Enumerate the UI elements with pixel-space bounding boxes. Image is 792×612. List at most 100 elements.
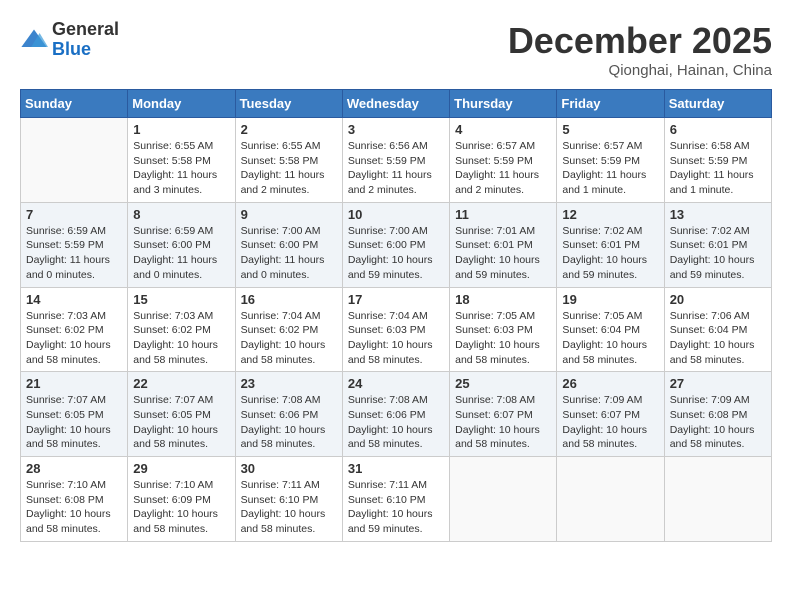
calendar-cell: 12 Sunrise: 7:02 AMSunset: 6:01 PMDayligh… (557, 202, 664, 287)
day-number: 23 (241, 376, 337, 391)
calendar-cell: 13Sunrise: 7:02 AMSunset: 6:01 PMDayligh… (664, 202, 771, 287)
weekday-header-thursday: Thursday (450, 90, 557, 118)
day-number: 1 (133, 122, 229, 137)
calendar-cell: 26Sunrise: 7:09 AMSunset: 6:07 PMDayligh… (557, 372, 664, 457)
day-detail: Sunrise: 6:58 AMSunset: 5:59 PMDaylight:… (670, 139, 766, 198)
day-detail: Sunrise: 7:08 AMSunset: 6:06 PMDaylight:… (348, 393, 444, 452)
day-number: 2 (241, 122, 337, 137)
logo-general-label: General (52, 20, 119, 40)
calendar-cell: 6 Sunrise: 6:58 AMSunset: 5:59 PMDaylight… (664, 118, 771, 203)
day-number: 25 (455, 376, 551, 391)
calendar-cell: 11Sunrise: 7:01 AMSunset: 6:01 PMDayligh… (450, 202, 557, 287)
week-row-1: 1 Sunrise: 6:55 AMSunset: 5:58 PMDaylight… (21, 118, 772, 203)
calendar-cell: 7 Sunrise: 6:59 AMSunset: 5:59 PMDaylight… (21, 202, 128, 287)
day-number: 4 (455, 122, 551, 137)
day-number: 12 (562, 207, 658, 222)
calendar-cell (21, 118, 128, 203)
day-detail: Sunrise: 6:57 AMSunset: 5:59 PMDaylight:… (455, 139, 551, 198)
calendar-cell: 5 Sunrise: 6:57 AMSunset: 5:59 PMDaylight… (557, 118, 664, 203)
day-number: 26 (562, 376, 658, 391)
calendar-cell: 8 Sunrise: 6:59 AMSunset: 6:00 PMDaylight… (128, 202, 235, 287)
calendar-cell: 16Sunrise: 7:04 AMSunset: 6:02 PMDayligh… (235, 287, 342, 372)
day-number: 15 (133, 292, 229, 307)
week-row-2: 7 Sunrise: 6:59 AMSunset: 5:59 PMDaylight… (21, 202, 772, 287)
calendar-cell: 29 Sunrise: 7:10 AMSunset: 6:09 PMDayligh… (128, 457, 235, 542)
day-number: 29 (133, 461, 229, 476)
day-number: 20 (670, 292, 766, 307)
week-row-5: 28Sunrise: 7:10 AMSunset: 6:08 PMDayligh… (21, 457, 772, 542)
calendar-cell: 4 Sunrise: 6:57 AMSunset: 5:59 PMDaylight… (450, 118, 557, 203)
weekday-header-saturday: Saturday (664, 90, 771, 118)
calendar-cell: 2 Sunrise: 6:55 AMSunset: 5:58 PMDaylight… (235, 118, 342, 203)
calendar-cell: 30 Sunrise: 7:11 AMSunset: 6:10 PMDayligh… (235, 457, 342, 542)
calendar-cell: 23 Sunrise: 7:08 AMSunset: 6:06 PMDayligh… (235, 372, 342, 457)
day-detail: Sunrise: 7:01 AMSunset: 6:01 PMDaylight:… (455, 224, 551, 283)
day-detail: Sunrise: 7:02 AMSunset: 6:01 PMDaylight:… (562, 224, 658, 283)
calendar-cell: 19 Sunrise: 7:05 AMSunset: 6:04 PMDayligh… (557, 287, 664, 372)
day-detail: Sunrise: 7:11 AMSunset: 6:10 PMDaylight:… (241, 478, 337, 537)
day-detail: Sunrise: 7:00 AMSunset: 6:00 PMDaylight:… (241, 224, 337, 283)
day-detail: Sunrise: 6:57 AMSunset: 5:59 PMDaylight:… (562, 139, 658, 198)
day-detail: Sunrise: 7:00 AMSunset: 6:00 PMDaylight:… (348, 224, 444, 283)
title-section: December 2025 Qionghai, Hainan, China (508, 20, 772, 79)
weekday-header-monday: Monday (128, 90, 235, 118)
calendar-cell: 21 Sunrise: 7:07 AMSunset: 6:05 PMDayligh… (21, 372, 128, 457)
day-detail: Sunrise: 7:07 AMSunset: 6:05 PMDaylight:… (133, 393, 229, 452)
calendar-cell (450, 457, 557, 542)
day-detail: Sunrise: 6:59 AMSunset: 6:00 PMDaylight:… (133, 224, 229, 283)
day-number: 10 (348, 207, 444, 222)
day-detail: Sunrise: 7:08 AMSunset: 6:06 PMDaylight:… (241, 393, 337, 452)
day-detail: Sunrise: 7:02 AMSunset: 6:01 PMDaylight:… (670, 224, 766, 283)
day-detail: Sunrise: 7:05 AMSunset: 6:04 PMDaylight:… (562, 309, 658, 368)
logo-blue-label: Blue (52, 40, 119, 60)
week-row-4: 21 Sunrise: 7:07 AMSunset: 6:05 PMDayligh… (21, 372, 772, 457)
day-number: 30 (241, 461, 337, 476)
day-number: 9 (241, 207, 337, 222)
calendar-cell: 15Sunrise: 7:03 AMSunset: 6:02 PMDayligh… (128, 287, 235, 372)
day-number: 17 (348, 292, 444, 307)
day-detail: Sunrise: 7:08 AMSunset: 6:07 PMDaylight:… (455, 393, 551, 452)
day-detail: Sunrise: 7:07 AMSunset: 6:05 PMDaylight:… (26, 393, 122, 452)
day-detail: Sunrise: 7:06 AMSunset: 6:04 PMDaylight:… (670, 309, 766, 368)
calendar-cell: 25 Sunrise: 7:08 AMSunset: 6:07 PMDayligh… (450, 372, 557, 457)
day-detail: Sunrise: 6:56 AMSunset: 5:59 PMDaylight:… (348, 139, 444, 198)
day-number: 6 (670, 122, 766, 137)
day-detail: Sunrise: 7:10 AMSunset: 6:08 PMDaylight:… (26, 478, 122, 537)
day-detail: Sunrise: 7:05 AMSunset: 6:03 PMDaylight:… (455, 309, 551, 368)
calendar-cell: 28Sunrise: 7:10 AMSunset: 6:08 PMDayligh… (21, 457, 128, 542)
calendar-cell: 24 Sunrise: 7:08 AMSunset: 6:06 PMDayligh… (342, 372, 449, 457)
weekday-header-row: SundayMondayTuesdayWednesdayThursdayFrid… (21, 90, 772, 118)
day-detail: Sunrise: 6:55 AMSunset: 5:58 PMDaylight:… (241, 139, 337, 198)
calendar-cell: 14Sunrise: 7:03 AMSunset: 6:02 PMDayligh… (21, 287, 128, 372)
day-number: 21 (26, 376, 122, 391)
day-detail: Sunrise: 7:04 AMSunset: 6:03 PMDaylight:… (348, 309, 444, 368)
month-title: December 2025 (508, 20, 772, 62)
calendar-cell: 27Sunrise: 7:09 AMSunset: 6:08 PMDayligh… (664, 372, 771, 457)
day-number: 31 (348, 461, 444, 476)
calendar-table: SundayMondayTuesdayWednesdayThursdayFrid… (20, 89, 772, 542)
day-detail: Sunrise: 6:59 AMSunset: 5:59 PMDaylight:… (26, 224, 122, 283)
calendar-cell: 18 Sunrise: 7:05 AMSunset: 6:03 PMDayligh… (450, 287, 557, 372)
day-number: 27 (670, 376, 766, 391)
day-number: 5 (562, 122, 658, 137)
calendar-cell (557, 457, 664, 542)
day-number: 24 (348, 376, 444, 391)
calendar-cell: 20 Sunrise: 7:06 AMSunset: 6:04 PMDayligh… (664, 287, 771, 372)
calendar-cell: 31Sunrise: 7:11 AMSunset: 6:10 PMDayligh… (342, 457, 449, 542)
weekday-header-tuesday: Tuesday (235, 90, 342, 118)
day-detail: Sunrise: 6:55 AMSunset: 5:58 PMDaylight:… (133, 139, 229, 198)
day-detail: Sunrise: 7:03 AMSunset: 6:02 PMDaylight:… (26, 309, 122, 368)
header: General Blue December 2025 Qionghai, Hai… (20, 20, 772, 79)
calendar-cell: 22Sunrise: 7:07 AMSunset: 6:05 PMDayligh… (128, 372, 235, 457)
day-number: 7 (26, 207, 122, 222)
weekday-header-friday: Friday (557, 90, 664, 118)
calendar-cell: 10 Sunrise: 7:00 AMSunset: 6:00 PMDayligh… (342, 202, 449, 287)
location: Qionghai, Hainan, China (508, 62, 772, 79)
day-number: 8 (133, 207, 229, 222)
weekday-header-wednesday: Wednesday (342, 90, 449, 118)
day-detail: Sunrise: 7:10 AMSunset: 6:09 PMDaylight:… (133, 478, 229, 537)
week-row-3: 14Sunrise: 7:03 AMSunset: 6:02 PMDayligh… (21, 287, 772, 372)
day-number: 19 (562, 292, 658, 307)
day-number: 18 (455, 292, 551, 307)
logo-icon (20, 26, 48, 54)
